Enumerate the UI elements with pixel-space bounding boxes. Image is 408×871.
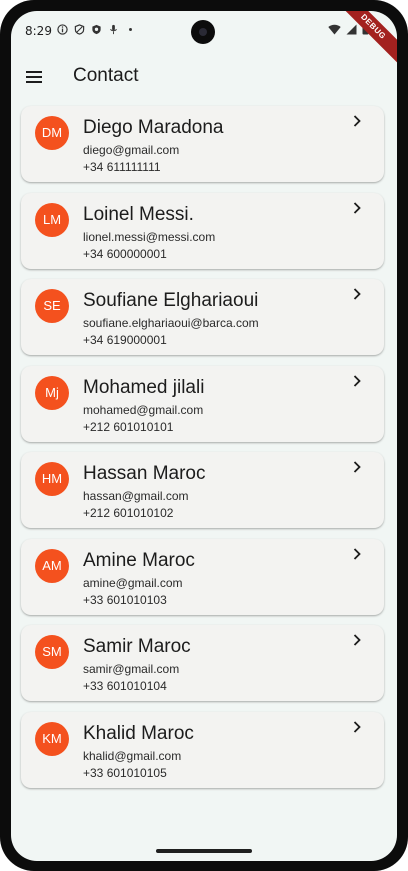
signal-icon	[346, 24, 357, 34]
contact-list: DM Diego Maradona diego@gmail.com +34 61…	[21, 106, 384, 798]
contact-email: amine@gmail.com	[83, 575, 183, 590]
chevron-right-icon[interactable]	[350, 547, 364, 561]
contact-card[interactable]: SE Soufiane Elghariaoui soufiane.elghari…	[21, 279, 384, 355]
contact-name: Soufiane Elghariaoui	[83, 290, 259, 311]
contact-phone: +34 611111111	[83, 160, 161, 174]
chevron-right-icon[interactable]	[350, 201, 364, 215]
chevron-right-icon[interactable]	[350, 374, 364, 388]
contact-name: Samir Maroc	[83, 636, 191, 657]
avatar: DM	[35, 116, 69, 150]
contact-card[interactable]: KM Khalid Maroc khalid@gmail.com +33 601…	[21, 711, 384, 788]
shield-check-icon	[92, 24, 101, 35]
front-camera	[191, 20, 215, 44]
contact-card[interactable]: AM Amine Maroc amine@gmail.com +33 60101…	[21, 538, 384, 615]
status-icons-left	[57, 24, 136, 35]
avatar: Mj	[35, 375, 69, 410]
contact-phone: +33 601010104	[83, 679, 167, 693]
contact-name: Mohamed jilali	[83, 376, 205, 398]
contact-email: khalid@gmail.com	[83, 748, 182, 763]
contact-name: Diego Maradona	[83, 117, 224, 138]
contact-card[interactable]: LM Loinel Messi. lionel.messi@messi.com …	[21, 192, 384, 269]
contact-card[interactable]: DM Diego Maradona diego@gmail.com +34 61…	[21, 106, 384, 182]
contact-phone: +33 601010105	[83, 765, 167, 780]
contact-name: Khalid Maroc	[83, 722, 194, 744]
contact-phone: +34 600000001	[83, 246, 167, 261]
avatar: SM	[35, 635, 69, 669]
mic-off-icon	[110, 24, 117, 35]
contact-name: Loinel Messi.	[83, 203, 194, 225]
contact-email: hassan@gmail.com	[83, 489, 189, 503]
contact-name: Hassan Maroc	[83, 463, 206, 484]
contact-phone: +212 601010101	[83, 419, 174, 434]
chevron-right-icon[interactable]	[350, 460, 364, 474]
contact-email: samir@gmail.com	[83, 662, 180, 676]
menu-icon[interactable]	[23, 67, 47, 87]
wifi-icon	[328, 24, 341, 34]
status-time: 8:29	[25, 24, 52, 38]
chevron-right-icon[interactable]	[350, 720, 364, 734]
chevron-right-icon[interactable]	[350, 287, 364, 301]
status-bar: 8:29 DEBUG	[11, 11, 397, 69]
avatar: SE	[35, 289, 69, 323]
contact-email: mohamed@gmail.com	[83, 402, 204, 417]
phone-frame: 8:29 DEBUG Contact DM Diego Maradona die…	[0, 0, 408, 871]
screen: 8:29 DEBUG Contact DM Diego Maradona die…	[11, 11, 397, 861]
info-icon	[57, 24, 68, 35]
page-title: Contact	[73, 65, 139, 86]
chevron-right-icon[interactable]	[350, 633, 364, 647]
contact-phone: +33 601010103	[83, 592, 167, 607]
dot-icon	[129, 28, 132, 31]
chevron-right-icon[interactable]	[350, 114, 364, 128]
contact-email: soufiane.elghariaoui@barca.com	[83, 316, 259, 330]
contact-card[interactable]: HM Hassan Maroc hassan@gmail.com +212 60…	[21, 452, 384, 528]
avatar: LM	[35, 202, 69, 237]
shield-icon	[74, 24, 85, 35]
contact-name: Amine Maroc	[83, 549, 195, 571]
contact-email: lionel.messi@messi.com	[83, 229, 216, 244]
avatar: KM	[35, 721, 69, 756]
contact-card[interactable]: Mj Mohamed jilali mohamed@gmail.com +212…	[21, 365, 384, 442]
avatar: AM	[35, 548, 69, 583]
app-bar: Contact	[11, 51, 397, 103]
contact-email: diego@gmail.com	[83, 143, 180, 157]
contact-card[interactable]: SM Samir Maroc samir@gmail.com +33 60101…	[21, 625, 384, 701]
contact-phone: +212 601010102	[83, 506, 174, 520]
home-indicator[interactable]	[156, 849, 252, 853]
avatar: HM	[35, 462, 69, 496]
contact-phone: +34 619000001	[83, 333, 167, 347]
